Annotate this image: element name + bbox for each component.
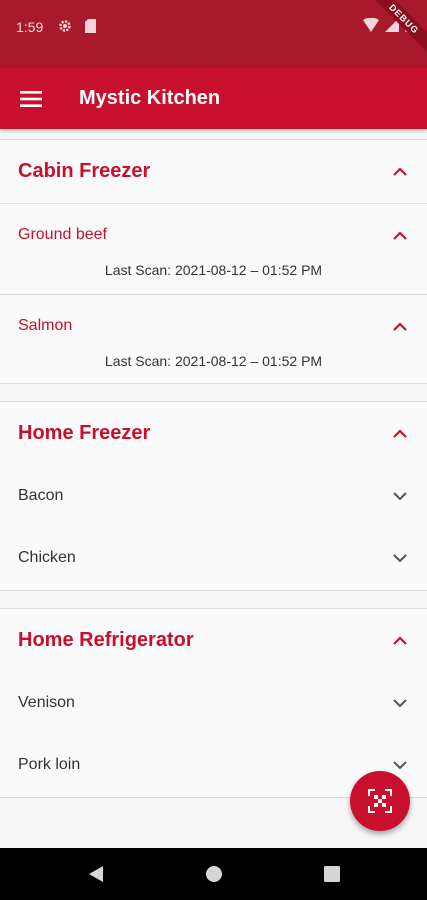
item-header-ground-beef[interactable]: Ground beef	[0, 204, 427, 266]
qr-scan-icon	[368, 789, 392, 813]
debug-label: DEBUG	[367, 0, 427, 56]
last-scan-text: Last Scan: 2021-08-12 – 01:52 PM	[104, 262, 323, 278]
chevron-down-icon[interactable]	[393, 760, 407, 770]
status-time: 1:59	[16, 19, 44, 35]
section-title: Home Refrigerator	[18, 629, 194, 651]
list-item-ground-beef: Ground beef Last Scan: 2021-08-12 – 01:5…	[0, 203, 427, 294]
section-card-home-freezer: Home Freezer Bacon Chicken	[0, 401, 427, 591]
item-label: Salmon	[18, 317, 73, 334]
section-header-cabin-freezer[interactable]: Cabin Freezer	[0, 140, 427, 203]
section-card-home-refrigerator: Home Refrigerator Venison Pork loin	[0, 608, 427, 798]
list-item-venison[interactable]: Venison	[0, 672, 427, 734]
item-header-salmon[interactable]: Salmon	[0, 295, 427, 357]
gear-icon	[58, 18, 72, 34]
chevron-up-icon[interactable]	[393, 321, 407, 331]
chevron-down-icon[interactable]	[393, 698, 407, 708]
chevron-up-icon[interactable]	[393, 230, 407, 240]
list-item-bacon[interactable]: Bacon	[0, 465, 427, 527]
item-label: Chicken	[18, 549, 76, 566]
chevron-up-icon[interactable]	[393, 636, 407, 645]
menu-button[interactable]	[0, 68, 62, 129]
home-circle-icon[interactable]	[204, 864, 224, 884]
app-title: Mystic Kitchen	[79, 87, 221, 109]
debug-banner: DEBUG	[367, 0, 427, 60]
app-bar: Mystic Kitchen	[0, 68, 427, 129]
item-label: Bacon	[18, 487, 64, 504]
chevron-down-icon[interactable]	[393, 553, 407, 563]
section-header-home-freezer[interactable]: Home Freezer	[0, 402, 427, 465]
sd-card-icon	[83, 18, 97, 34]
section-title: Cabin Freezer	[18, 160, 151, 182]
scan-fab-button[interactable]	[350, 771, 410, 831]
list-item-chicken[interactable]: Chicken	[0, 527, 427, 589]
chevron-down-icon[interactable]	[393, 491, 407, 501]
item-label: Ground beef	[18, 226, 107, 243]
hamburger-menu-icon	[20, 90, 42, 107]
system-nav-bar	[0, 848, 427, 900]
recents-square-icon[interactable]	[322, 864, 342, 884]
section-title: Home Freezer	[18, 422, 151, 444]
item-label: Venison	[18, 694, 75, 711]
status-bar: 1:59 DEBUG	[0, 0, 427, 68]
list-item-salmon: Salmon Last Scan: 2021-08-12 – 01:52 PM	[0, 294, 427, 385]
back-triangle-icon[interactable]	[86, 864, 106, 884]
chevron-up-icon[interactable]	[393, 167, 407, 176]
item-label: Pork loin	[18, 756, 81, 773]
last-scan-text: Last Scan: 2021-08-12 – 01:52 PM	[104, 353, 323, 369]
section-card-cabin-freezer: Cabin Freezer Ground beef Last Scan: 202…	[0, 139, 427, 384]
content-area[interactable]: Cabin Freezer Ground beef Last Scan: 202…	[0, 129, 427, 848]
chevron-up-icon[interactable]	[393, 429, 407, 438]
section-header-home-refrigerator[interactable]: Home Refrigerator	[0, 609, 427, 672]
